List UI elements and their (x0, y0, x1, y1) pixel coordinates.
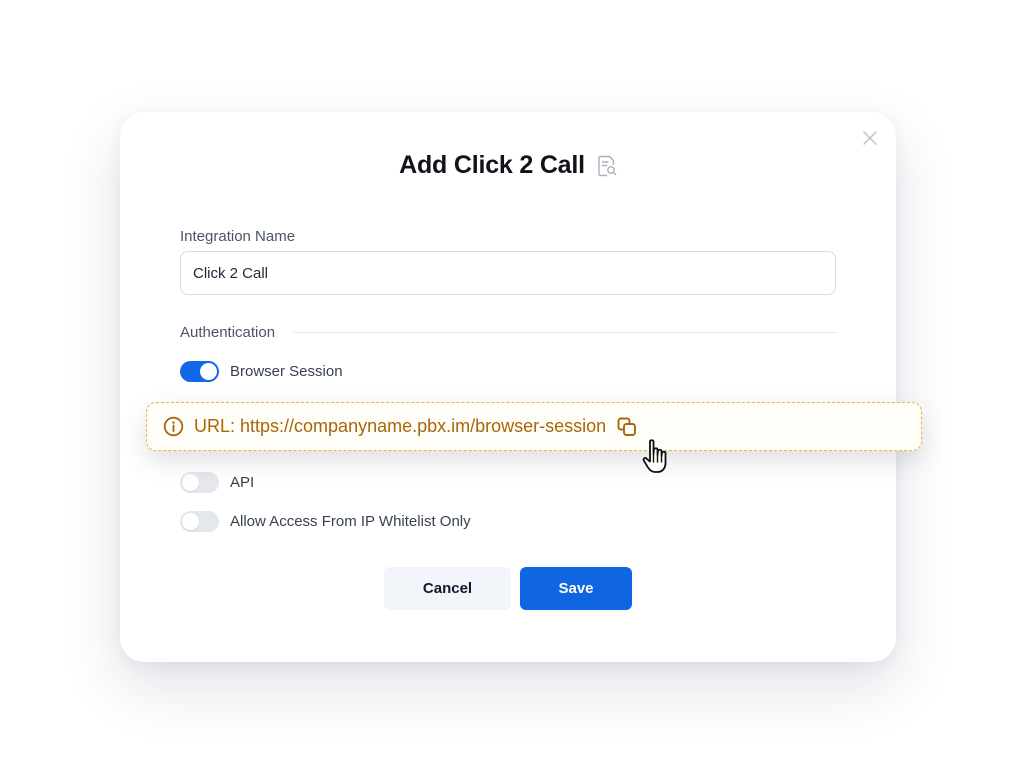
ip-whitelist-toggle[interactable] (180, 510, 219, 532)
toggle-knob (182, 512, 199, 530)
browser-session-toggle[interactable] (180, 360, 219, 382)
browser-session-url: URL: https://companyname.pbx.im/browser-… (194, 416, 607, 436)
copy-icon[interactable] (616, 416, 638, 438)
browser-session-row: Browser Session (180, 360, 343, 382)
ip-whitelist-row: Allow Access From IP Whitelist Only (180, 510, 471, 532)
api-row: API (180, 471, 254, 493)
info-icon (163, 416, 184, 437)
authentication-label: Authentication (180, 323, 276, 341)
close-icon[interactable] (862, 130, 878, 146)
integration-name-label: Integration Name (180, 228, 296, 245)
add-click2call-dialog: Add Click 2 Call Integration Name Authen… (120, 112, 896, 662)
authentication-section-header: Authentication (180, 322, 836, 342)
cancel-button[interactable]: Cancel (384, 567, 511, 610)
section-divider (293, 331, 836, 333)
toggle-knob (182, 473, 199, 491)
api-label: API (230, 473, 255, 491)
dialog-title: Add Click 2 Call (399, 150, 585, 179)
stage: Add Click 2 Call Integration Name Authen… (0, 0, 1018, 774)
toggle-knob (200, 362, 217, 380)
api-toggle[interactable] (180, 471, 219, 493)
document-search-icon[interactable] (597, 155, 617, 177)
dialog-header: Add Click 2 Call (120, 148, 896, 182)
save-button[interactable]: Save (520, 567, 632, 610)
ip-whitelist-label: Allow Access From IP Whitelist Only (230, 512, 471, 530)
browser-session-url-banner: URL: https://companyname.pbx.im/browser-… (146, 402, 922, 451)
browser-session-label: Browser Session (230, 362, 343, 380)
integration-name-input[interactable] (180, 251, 836, 295)
hand-pointer-icon (642, 439, 667, 473)
